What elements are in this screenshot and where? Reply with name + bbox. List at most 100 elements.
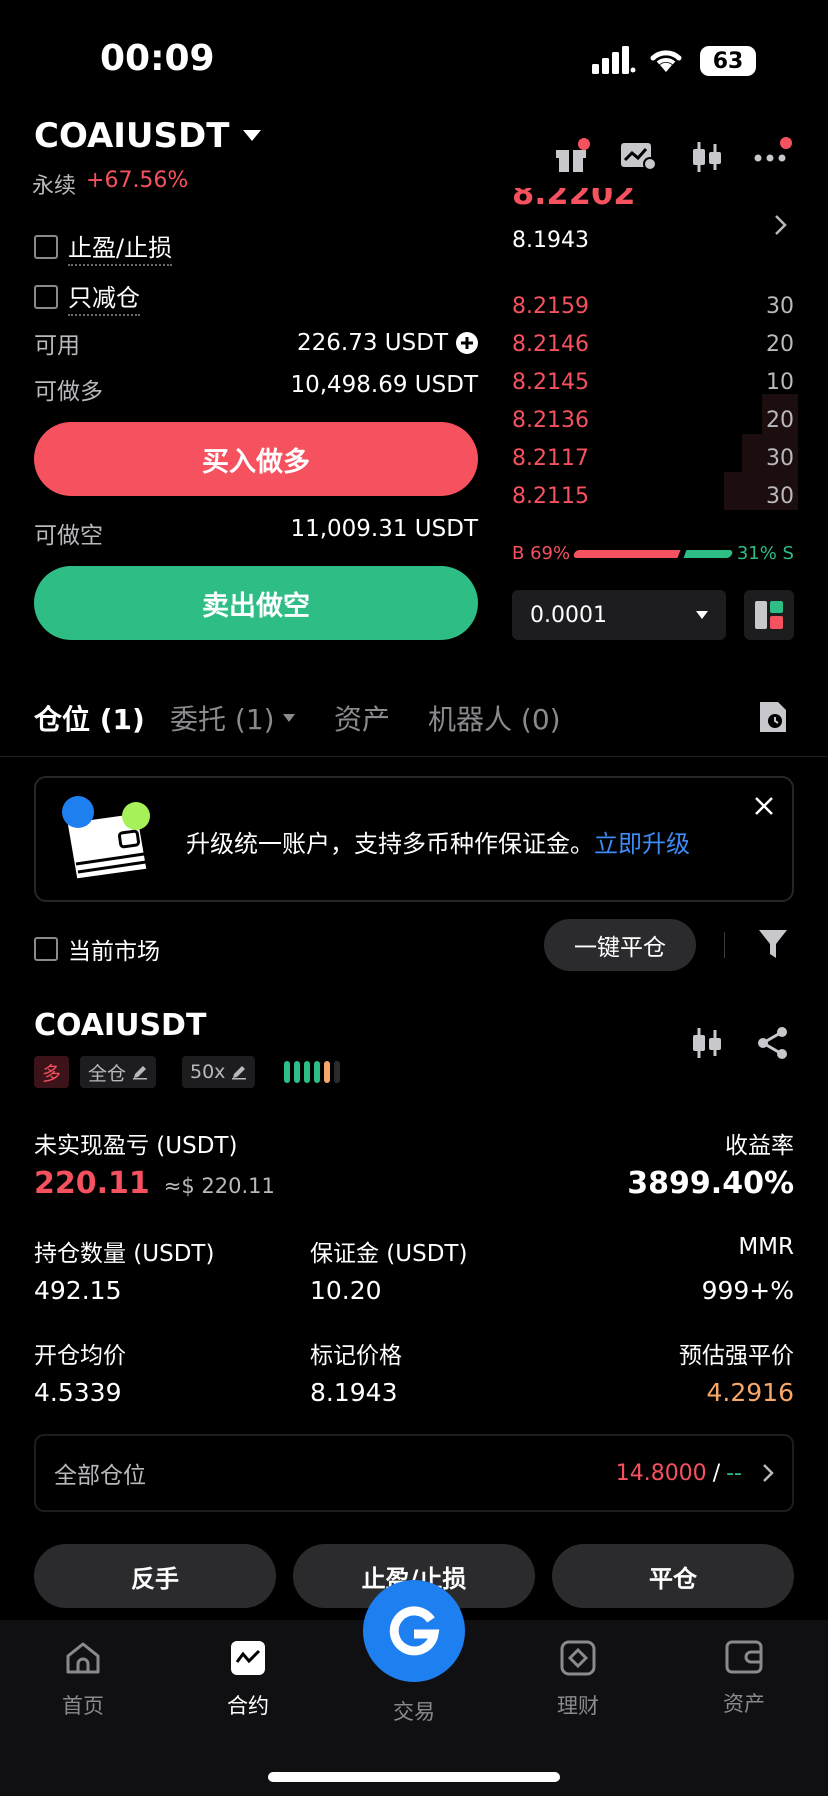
ratio-buy-segment [572,549,681,558]
close-position-button[interactable]: 平仓 [552,1544,794,1608]
bid-row[interactable]: 8.2117 30 [512,446,794,471]
tab-bots[interactable]: 机器人 (0) [428,698,561,738]
precision-select[interactable]: 0.0001 [512,590,726,640]
bid-row[interactable]: 8.2159 30 [512,294,794,319]
bid-price: 8.2136 [512,408,589,433]
tp-sl-checkbox[interactable]: 止盈/止损 [34,228,173,266]
share-icon[interactable] [756,1026,790,1060]
close-icon[interactable] [754,796,774,816]
more-icon[interactable] [754,136,794,166]
all-positions-separator: / [712,1460,721,1486]
trade-fab[interactable] [363,1580,465,1682]
caret-down-icon [243,130,262,142]
close-all-button[interactable]: 一键平仓 [544,919,696,971]
all-positions-dash: -- [726,1460,742,1486]
nav-home[interactable]: 首页 [23,1640,143,1720]
buy-long-button[interactable]: 买入做多 [34,422,478,496]
filter-icon[interactable] [758,928,788,960]
sell-short-button[interactable]: 卖出做空 [34,566,478,640]
contract-type: 永续 [32,174,77,199]
bid-qty: 20 [766,408,794,433]
position-candlestick-icon[interactable] [690,1026,724,1060]
tp-sl-label: 止盈/止损 [68,228,173,266]
gift-icon[interactable] [554,138,590,172]
buy-ratio-label: B 69% [512,543,571,564]
position-symbol[interactable]: COAIUSDT [34,1008,206,1043]
close-position-label: 平仓 [649,1564,697,1593]
bid-row[interactable]: 8.2145 10 [512,370,794,395]
checkbox-box [34,285,58,309]
home-indicator [268,1772,560,1782]
mmr-label: MMR [738,1234,794,1260]
reduce-only-checkbox[interactable]: 只减仓 [34,278,140,316]
bid-price: 8.2159 [512,294,589,319]
margin-value: 10.20 [310,1276,382,1305]
nav-earn-label: 理财 [557,1694,599,1718]
liq-value: 4.2916 [706,1378,794,1407]
bid-row[interactable]: 8.2146 20 [512,332,794,357]
bid-qty: 30 [766,446,794,471]
battery-icon: 63 [700,46,756,76]
all-positions-row[interactable]: 全部仓位 14.8000 / -- [34,1434,794,1512]
home-icon [64,1640,102,1676]
close-all-label: 一键平仓 [574,935,666,961]
reverse-button[interactable]: 反手 [34,1544,276,1608]
checkbox-box [34,235,58,259]
unrealized-pnl-value: 220.11 [34,1166,150,1201]
trade-icon [387,1604,441,1658]
bid-price: 8.2146 [512,332,589,357]
mark-value: 8.1943 [310,1378,398,1407]
nav-trade[interactable]: 交易 [354,1696,474,1726]
nav-earn[interactable]: 理财 [518,1640,638,1720]
available-label: 可用 [34,333,80,359]
futures-icon [230,1640,266,1676]
candlestick-icon[interactable] [690,140,724,174]
upgrade-link[interactable]: 立即升级 [594,824,690,859]
mark-price: 8.1943 [512,228,589,253]
sell-short-label: 卖出做空 [202,590,310,622]
bid-qty: 30 [766,484,794,509]
chevron-right-icon[interactable] [774,214,788,236]
battery-level: 63 [712,48,744,74]
nav-home-label: 首页 [62,1694,104,1718]
side-tag: 多 [34,1056,70,1088]
history-doc-icon[interactable] [758,700,788,734]
sell-ratio-label: 31% S [736,543,794,564]
add-circle-icon[interactable] [456,332,478,354]
ratio-bar [572,549,734,558]
can-long-value: 10,498.69 USDT [290,372,478,398]
chart-check-icon[interactable] [620,142,658,172]
available-value: 226.73 USDT [297,330,448,356]
unrealized-pnl-usd: ≈$ 220.11 [163,1174,275,1198]
size-label: 持仓数量 (USDT) [34,1241,215,1267]
leverage-label: 50x [190,1061,226,1083]
current-market-checkbox[interactable]: 当前市场 [34,932,160,966]
orderbook-layout-button[interactable] [744,590,794,640]
leverage-tag[interactable]: 50x [182,1056,256,1088]
status-time: 00:09 [100,38,215,79]
risk-level-icon [284,1061,342,1083]
earn-icon [560,1640,596,1676]
bid-qty: 10 [766,370,794,395]
reduce-only-label: 只减仓 [68,278,140,316]
tab-positions[interactable]: 仓位 (1) [34,698,145,738]
wallet-icon [725,1640,763,1674]
layout-icon [755,601,783,629]
price-change: +67.56% [86,168,189,193]
tab-orders[interactable]: 委托 (1) [170,698,295,738]
margin-label: 保证金 (USDT) [310,1241,468,1267]
size-value: 492.15 [34,1276,122,1305]
nav-futures[interactable]: 合约 [188,1640,308,1720]
entry-label: 开仓均价 [34,1343,126,1369]
side-tag-label: 多 [42,1062,62,1085]
pair-selector[interactable]: COAIUSDT [34,116,262,156]
margin-mode-tag[interactable]: 全仓 [80,1056,157,1088]
divider [0,756,828,757]
tab-assets[interactable]: 资产 [334,698,390,738]
bid-row[interactable]: 8.2136 20 [512,408,794,433]
bid-row[interactable]: 8.2115 30 [512,484,794,509]
nav-trade-label: 交易 [393,1700,435,1724]
wallet-illustration [56,794,156,884]
entry-value: 4.5339 [34,1378,122,1407]
nav-assets[interactable]: 资产 [684,1640,804,1718]
